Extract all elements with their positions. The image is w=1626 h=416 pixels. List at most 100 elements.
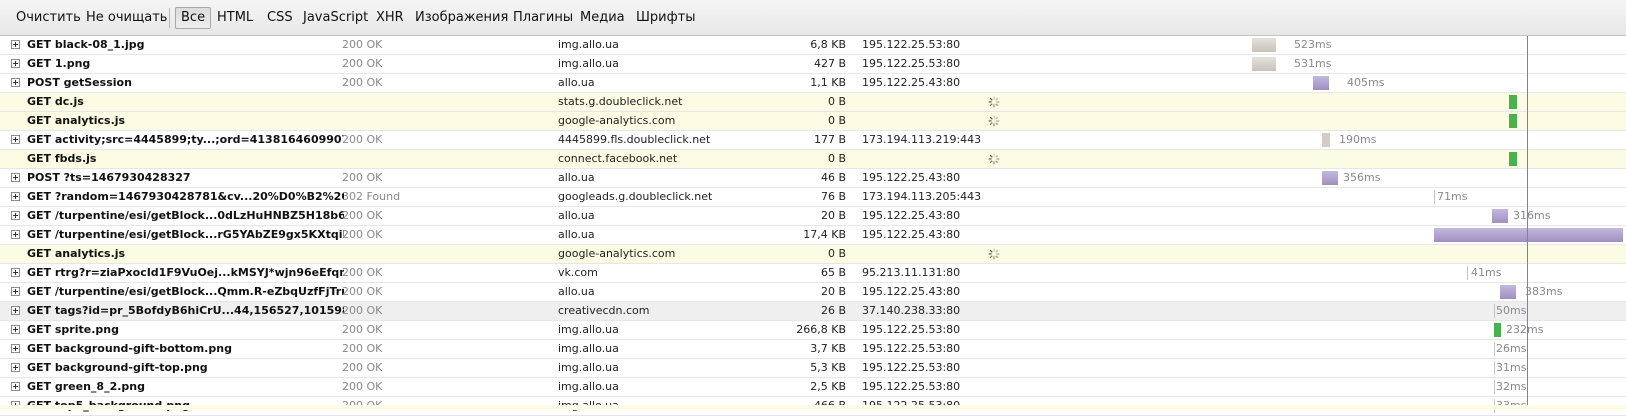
request-url: GET 1.png	[27, 57, 91, 70]
request-status: 200 OK	[342, 285, 383, 298]
request-url: GET black-08_1.jpg	[27, 38, 145, 51]
request-row[interactable]: GET background-gift-top.png 200 OK img.all…	[0, 359, 1626, 378]
request-size: 1,1 KB	[810, 76, 846, 89]
request-domain: stats.g.doubleclick.net	[558, 95, 683, 108]
plus-icon	[11, 268, 20, 277]
request-size: 177 B	[813, 133, 846, 146]
timing-bar	[1494, 361, 1495, 375]
timing-bar	[1322, 171, 1338, 185]
request-domain: img.allo.ua	[558, 323, 619, 336]
request-size: 76 B	[820, 190, 846, 203]
request-url: GET analytics.js	[27, 247, 126, 260]
filter-images[interactable]: Изображения	[410, 7, 513, 29]
request-size: 427 B	[813, 57, 846, 70]
expand-toggle[interactable]	[11, 264, 23, 282]
request-status: 200 OK	[342, 209, 383, 222]
expand-toggle[interactable]	[11, 340, 23, 358]
filter-fonts[interactable]: Шрифты	[631, 7, 701, 29]
request-row[interactable]: GET /turpentine/esi/getBlock...rG5YAbZE9…	[0, 226, 1626, 245]
request-url: POST ?ts=1467930428327	[27, 171, 191, 184]
request-row[interactable]: GET ?random=1467930428781&cv...20%D0%B2%…	[0, 188, 1626, 207]
request-row[interactable]: GET 1.png 200 OK img.allo.ua 427 B 195.122.2…	[0, 55, 1626, 74]
request-row[interactable]: GET fbds.js connect.facebook.net 0 B	[0, 150, 1626, 169]
clear-button[interactable]: Очистить	[11, 7, 86, 29]
expand-toggle[interactable]	[11, 188, 23, 206]
request-status	[342, 150, 532, 168]
filter-all[interactable]: Все	[175, 7, 212, 29]
expand-toggle[interactable]	[11, 378, 23, 396]
request-url: GET ?random=1467930428781&cv...20%D0%B2%…	[27, 190, 344, 203]
request-row[interactable]: POST getSession 200 OK allo.ua 1,1 KB 195.12…	[0, 74, 1626, 93]
request-duration: 41ms	[1471, 266, 1502, 279]
request-status: 200 OK	[342, 228, 383, 241]
filter-plugins[interactable]: Плагины	[508, 7, 578, 29]
timing-bar	[1313, 76, 1329, 90]
request-duration: 31ms	[1496, 361, 1527, 374]
request-row[interactable]: GET activity;src=4445899;ty...;ord=41381…	[0, 131, 1626, 150]
request-status: 200 OK	[342, 323, 383, 336]
plus-icon	[11, 173, 20, 182]
expand-toggle[interactable]	[11, 207, 23, 225]
request-domain: creativecdn.com	[558, 304, 650, 317]
filter-xhr[interactable]: XHR	[371, 7, 409, 29]
request-domain: connect.facebook.net	[558, 152, 678, 165]
request-duration: 71ms	[1437, 190, 1468, 203]
request-status: 200 OK	[342, 57, 383, 70]
filter-javascript[interactable]: JavaScript	[298, 7, 373, 29]
persist-button[interactable]: Не очищать	[81, 7, 172, 29]
request-url: GET rtrg?r=ziaPxocId1F9VuOej...kMSYJ*wjn…	[27, 266, 344, 279]
plus-icon	[11, 135, 20, 144]
request-url: POST getSession	[27, 76, 132, 89]
request-duration: 531ms	[1294, 57, 1332, 70]
request-size: 6,8 KB	[810, 38, 846, 51]
plus-icon	[11, 325, 20, 334]
request-status: 200 OK	[342, 266, 383, 279]
request-url: GET background-gift-top.png	[27, 361, 208, 374]
request-size: 17,4 KB	[803, 228, 846, 241]
expand-toggle[interactable]	[11, 359, 23, 377]
request-domain: img.allo.ua	[558, 38, 619, 51]
expand-toggle[interactable]	[11, 74, 23, 92]
request-row[interactable]: GET tags?id=pr_5BofdyB6hiCrU...44,156527…	[0, 302, 1626, 321]
request-status: 200 OK	[342, 133, 383, 146]
request-row[interactable]: POST ?ts=1467930428327 200 OK allo.ua 46 B1…	[0, 169, 1626, 188]
request-row[interactable]: GET background-gift-bottom.png 200 OK img.…	[0, 340, 1626, 359]
request-status: 200 OK	[342, 38, 383, 51]
filter-css[interactable]: CSS	[262, 7, 298, 29]
request-row[interactable]: GET sprite.png 200 OK img.allo.ua 266,8 KB 1…	[0, 321, 1626, 340]
request-row[interactable]: GET green_8_2.png 200 OK img.allo.ua 2,5 KB…	[0, 378, 1626, 397]
request-domain: allo.ua	[558, 228, 595, 241]
expand-toggle[interactable]	[11, 55, 23, 73]
expand-toggle[interactable]	[11, 169, 23, 187]
request-size: 20 B	[820, 209, 846, 222]
request-row[interactable]: GET black-08_1.jpg 200 OK img.allo.ua 6,8 K…	[0, 36, 1626, 55]
plus-icon	[11, 59, 20, 68]
request-row[interactable]: GET /turpentine/esi/getBlock...0dLzHuHNB…	[0, 207, 1626, 226]
request-status: 200 OK	[342, 304, 383, 317]
request-duration: 356ms	[1343, 171, 1381, 184]
request-row[interactable]: GET dc.js stats.g.doubleclick.net 0 B	[0, 93, 1626, 112]
expand-toggle[interactable]	[11, 131, 23, 149]
expand-toggle[interactable]	[11, 226, 23, 244]
request-row[interactable]: GET /turpentine/esi/getBlock...Qmm.R-eZb…	[0, 283, 1626, 302]
timing-bar	[1509, 114, 1517, 128]
request-domain: img.allo.ua	[558, 342, 619, 355]
filter-html[interactable]: HTML	[212, 7, 258, 29]
request-domain: google-analytics.com	[558, 247, 676, 260]
request-url: GET analytics.js	[27, 114, 126, 127]
plus-icon	[11, 344, 20, 353]
filter-media[interactable]: Медиа	[575, 7, 630, 29]
expand-toggle[interactable]	[11, 36, 23, 54]
expand-toggle[interactable]	[11, 283, 23, 301]
request-row[interactable]: GET analytics.js google-analytics.com 0 B	[0, 112, 1626, 131]
request-duration: 405ms	[1347, 76, 1385, 89]
request-domain: googleads.g.doubleclick.net	[558, 190, 713, 203]
expand-toggle[interactable]	[11, 321, 23, 339]
plus-icon	[11, 306, 20, 315]
expand-toggle[interactable]	[11, 302, 23, 320]
request-row[interactable]: GET analytics.js google-analytics.com 0 B	[0, 245, 1626, 264]
request-duration: 383ms	[1525, 285, 1563, 298]
timing-bar	[1494, 380, 1495, 394]
request-row[interactable]: GET rtrg?r=ziaPxocId1F9VuOej...kMSYJ*wjn…	[0, 264, 1626, 283]
plus-icon	[11, 382, 20, 391]
